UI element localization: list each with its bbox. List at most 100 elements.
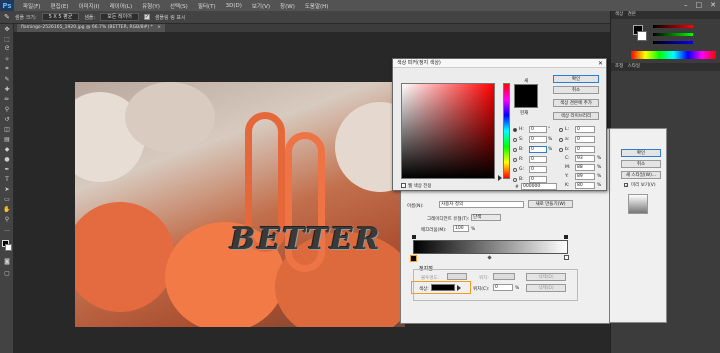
menu-type[interactable]: 유형(Y) <box>137 2 165 10</box>
s-radio[interactable] <box>513 138 517 142</box>
lab-b-radio[interactable] <box>559 148 563 152</box>
quick-select-tool-icon[interactable]: ✧ <box>0 54 14 64</box>
midpoint-diamond[interactable] <box>487 255 492 260</box>
eraser-tool-icon[interactable]: ◫ <box>0 124 14 134</box>
color-picker-ok-button[interactable]: 확인 <box>553 75 599 83</box>
menu-window[interactable]: 창(W) <box>275 2 300 10</box>
sample-select[interactable]: 모든 레이어 <box>100 13 139 21</box>
y-field[interactable]: 89 <box>575 173 595 180</box>
tab-color[interactable]: 색상 <box>615 12 623 17</box>
color-picker-cancel-button[interactable]: 취소 <box>553 86 599 94</box>
tab-styles[interactable]: 스타일 <box>628 64 640 69</box>
l-field[interactable]: 0 <box>575 126 595 133</box>
color-location-field[interactable]: 0 <box>493 284 513 291</box>
g-field[interactable]: 0 <box>529 166 547 173</box>
crop-tool-icon[interactable]: ⌗ <box>0 64 14 74</box>
a-radio[interactable] <box>559 138 563 142</box>
lab-b-field[interactable]: 0 <box>575 146 595 153</box>
tab-adjust[interactable]: 조정 <box>615 64 623 69</box>
screen-mode-icon[interactable]: ▢ <box>0 268 14 278</box>
healing-tool-icon[interactable]: ✚ <box>0 84 14 94</box>
pen-tool-icon[interactable]: ✒ <box>0 164 14 174</box>
gradient-new-button[interactable]: 새로 만들기(W) <box>528 200 573 208</box>
gradient-tool-icon[interactable]: ▤ <box>0 134 14 144</box>
blue-slider[interactable] <box>653 41 693 44</box>
s-field[interactable]: 0 <box>529 136 547 143</box>
menu-3d[interactable]: 3D(D) <box>221 3 247 9</box>
a-field[interactable]: 0 <box>575 136 595 143</box>
hex-field[interactable]: 000000 <box>521 183 557 190</box>
lasso-tool-icon[interactable]: ᘓ <box>0 44 14 54</box>
stamp-tool-icon[interactable]: ⚲ <box>0 104 14 114</box>
document-tab[interactable]: flamingo-2526165_1920.jpg @ 66.7% (BETTE… <box>17 24 166 32</box>
blur-tool-icon[interactable]: ◆ <box>0 144 14 154</box>
red-slider[interactable] <box>653 25 693 28</box>
layer-style-cancel-button[interactable]: 취소 <box>621 160 661 168</box>
better-text-layer[interactable]: BETTER <box>230 222 382 257</box>
b-radio[interactable] <box>513 148 517 152</box>
move-tool-icon[interactable]: ✥ <box>0 24 14 34</box>
maximize-button[interactable]: □ <box>696 0 703 11</box>
minimize-button[interactable]: – <box>684 0 688 11</box>
hand-tool-icon[interactable]: ✋ <box>0 204 14 214</box>
r-field[interactable]: 0 <box>529 156 547 163</box>
c-field[interactable]: 93 <box>575 155 595 162</box>
type-tool-icon[interactable]: T <box>0 174 14 184</box>
color-stop-right[interactable] <box>564 255 569 260</box>
stop-color-swatch[interactable] <box>431 284 455 291</box>
zoom-tool-icon[interactable]: ⚲ <box>0 214 14 224</box>
add-to-swatches-button[interactable]: 색상 견본에 추가 <box>553 99 599 107</box>
green-slider[interactable] <box>653 33 693 36</box>
bg-swatch[interactable] <box>637 31 647 41</box>
blue-radio[interactable] <box>513 178 517 182</box>
menu-edit[interactable]: 편집(E) <box>46 2 74 10</box>
marquee-tool-icon[interactable]: ⬚ <box>0 34 14 44</box>
k-field[interactable]: 80 <box>575 182 595 189</box>
hue-slider[interactable] <box>503 83 510 179</box>
spectrum-bar[interactable] <box>631 51 716 59</box>
blue-field[interactable]: 0 <box>529 176 547 183</box>
h-radio[interactable] <box>513 128 517 132</box>
eyedropper-icon[interactable]: ✎ <box>4 13 10 21</box>
close-tab-icon[interactable]: × <box>157 25 161 30</box>
gradient-name-field[interactable]: 사용자 정의 <box>439 201 524 208</box>
background-color-swatch[interactable] <box>5 244 12 251</box>
sample-size-select[interactable]: 5 X 5 평균 <box>41 13 80 21</box>
saturation-brightness-field[interactable] <box>401 83 495 179</box>
opacity-stop-left[interactable] <box>412 235 416 239</box>
gradient-bar[interactable] <box>413 240 568 254</box>
opacity-stop-right[interactable] <box>564 235 568 239</box>
brush-tool-icon[interactable]: ✏ <box>0 94 14 104</box>
menu-layer[interactable]: 레이어(L) <box>105 2 138 10</box>
new-style-button[interactable]: 새 스타일(W)... <box>621 171 661 179</box>
menu-file[interactable]: 파일(F) <box>18 2 46 10</box>
shape-tool-icon[interactable]: ▭ <box>0 194 14 204</box>
tab-swatches[interactable]: 견본 <box>628 12 636 17</box>
more-tools-icon[interactable]: … <box>0 224 14 234</box>
web-only-checkbox[interactable] <box>401 183 406 188</box>
m-field[interactable]: 88 <box>575 164 595 171</box>
ring-checkbox[interactable]: ✓ <box>143 14 150 20</box>
quick-mask-icon[interactable]: ◙ <box>0 256 14 266</box>
dodge-tool-icon[interactable]: ● <box>0 154 14 164</box>
color-libraries-button[interactable]: 색상 라이브러리 <box>553 112 599 120</box>
eyedropper-tool-icon[interactable]: ✎ <box>0 74 14 84</box>
hue-slider-handle-icon[interactable] <box>498 175 502 181</box>
menu-view[interactable]: 보기(V) <box>247 2 275 10</box>
stop-color-arrow-icon[interactable] <box>457 285 461 291</box>
menu-select[interactable]: 선택(S) <box>165 2 193 10</box>
canvas-image[interactable]: BETTER <box>75 82 405 327</box>
preview-checkbox[interactable]: ✓ <box>624 183 628 188</box>
r-radio[interactable] <box>513 158 517 162</box>
layer-style-ok-button[interactable]: 확인 <box>621 149 661 157</box>
close-button[interactable]: ✕ <box>710 0 716 11</box>
menu-image[interactable]: 이미지(I) <box>73 2 104 10</box>
gradient-type-select[interactable]: 단색 <box>471 214 501 221</box>
l-radio[interactable] <box>559 128 563 132</box>
b-field[interactable]: 0 <box>529 146 547 153</box>
h-field[interactable]: 0 <box>529 126 547 133</box>
path-select-icon[interactable]: ➤ <box>0 184 14 194</box>
color-stop-left[interactable] <box>410 255 417 262</box>
menu-filter[interactable]: 필터(T) <box>193 2 221 10</box>
close-icon[interactable]: ✕ <box>598 59 603 68</box>
